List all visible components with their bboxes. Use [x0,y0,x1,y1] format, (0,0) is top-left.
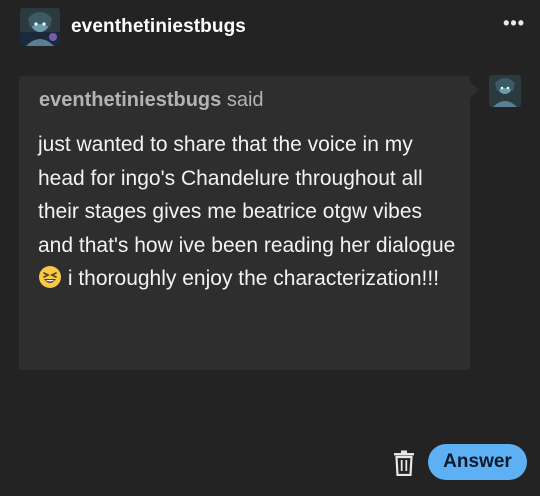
asker-line: eventhetiniestbugs said [39,89,264,112]
asker-name[interactable]: eventhetiniestbugs [39,89,221,111]
question-text: just wanted to share that the voice in m… [38,133,456,257]
question-text-end: i thoroughly enjoy the characterization!… [62,267,440,290]
ask-bubble: eventhetiniestbugs said just wanted to s… [19,76,470,370]
post-username[interactable]: eventhetiniestbugs [71,16,246,38]
grinning-squinting-face-icon [38,265,62,300]
asker-avatar[interactable] [489,75,521,107]
trash-icon[interactable] [393,450,415,477]
ask-bubble-tail [470,82,479,98]
asker-said: said [221,89,264,111]
ellipsis-icon[interactable]: ••• [503,14,525,32]
post-header: eventhetiniestbugs ••• [20,8,525,46]
ask-question: just wanted to share that the voice in m… [38,128,458,300]
answer-button[interactable]: Answer [428,444,527,480]
avatar[interactable] [20,8,60,46]
